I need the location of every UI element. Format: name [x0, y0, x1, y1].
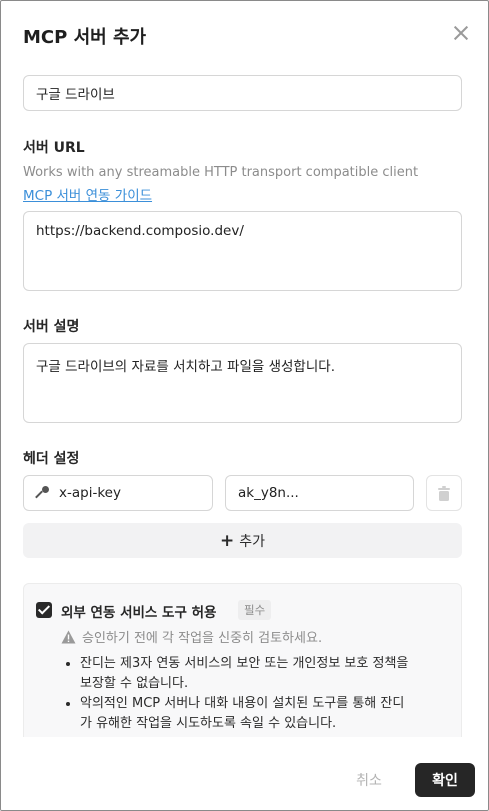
header-key-value: x-api-key — [59, 485, 121, 501]
confirm-button[interactable]: 확인 — [415, 763, 475, 797]
consent-bullet: 악의적인 MCP 서버나 대화 내용이 설치된 도구를 통해 잔디가 유해한 작… — [80, 694, 416, 734]
close-icon[interactable] — [451, 23, 471, 43]
consent-title: 외부 연동 서비스 도구 허용 — [61, 605, 217, 621]
dialog-title: MCP 서버 추가 — [23, 27, 147, 48]
server-description-value: 구글 드라이브의 자료를 서치하고 파일을 생성합니다. — [36, 359, 335, 375]
delete-header-button[interactable] — [426, 475, 462, 511]
server-url-label: 서버 URL — [23, 140, 85, 156]
consent-checkbox[interactable] — [36, 602, 52, 618]
server-url-field[interactable]: https://backend.composio.dev/ — [23, 211, 462, 291]
plus-icon: + — [219, 530, 235, 551]
consent-bullet-list: 잔디는 제3자 연동 서비스의 보안 또는 개인정보 보호 정책을 보장할 수 … — [66, 654, 416, 734]
server-url-hint: Works with any streamable HTTP transport… — [23, 165, 419, 180]
add-mcp-server-dialog: MCP 서버 추가 구글 드라이브 서버 URL Works with any … — [0, 0, 489, 811]
consent-warning: 승인하기 전에 각 작업을 신중히 검토하세요. — [61, 627, 322, 646]
header-settings-label: 헤더 설정 — [23, 451, 80, 467]
cancel-button[interactable]: 취소 — [343, 763, 395, 797]
required-badge: 필수 — [238, 600, 272, 620]
server-name-value: 구글 드라이브 — [36, 87, 115, 103]
add-header-button[interactable]: + 추가 — [23, 523, 462, 558]
consent-warning-text: 승인하기 전에 각 작업을 신중히 검토하세요. — [82, 631, 323, 646]
warning-icon — [61, 630, 76, 643]
header-key-input[interactable]: x-api-key — [23, 475, 213, 511]
consent-bullet: 잔디는 제3자 연동 서비스의 보안 또는 개인정보 보호 정책을 보장할 수 … — [80, 654, 416, 694]
server-name-input[interactable]: 구글 드라이브 — [23, 75, 462, 111]
trash-icon — [438, 485, 450, 501]
server-description-field[interactable]: 구글 드라이브의 자료를 서치하고 파일을 생성합니다. — [23, 343, 462, 423]
server-url-value: https://backend.composio.dev/ — [36, 223, 244, 239]
header-value-input[interactable]: ak_y8n... — [225, 475, 414, 511]
add-header-label: 추가 — [239, 533, 265, 550]
header-value-value: ak_y8n... — [238, 485, 299, 501]
mcp-guide-link[interactable]: MCP 서버 연동 가이드 — [23, 184, 152, 204]
server-description-label: 서버 설명 — [23, 319, 80, 335]
key-icon — [36, 486, 50, 500]
